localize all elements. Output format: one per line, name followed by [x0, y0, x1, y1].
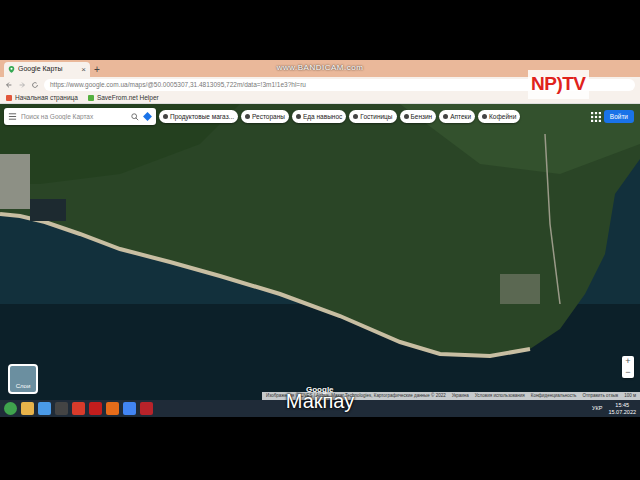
map-toolbar: Продуктовые магаз... Рестораны Еда навынос… — [4, 108, 634, 125]
app-icon[interactable] — [55, 402, 68, 415]
close-tab-button[interactable]: × — [81, 64, 86, 76]
app-icon[interactable] — [38, 402, 51, 415]
app-icon[interactable] — [123, 402, 136, 415]
app-icon[interactable] — [106, 402, 119, 415]
directions-icon — [143, 112, 152, 121]
bookmark-icon — [88, 95, 94, 101]
bookmark-label: SaveFrom.net Helper — [97, 93, 159, 103]
footer-item[interactable]: Условия использования — [475, 393, 525, 400]
chip-label: Продуктовые магаз... — [170, 112, 234, 122]
category-chip[interactable]: Бензин — [400, 110, 437, 123]
back-icon — [5, 81, 13, 89]
letterbox-bottom — [0, 417, 640, 480]
url-text: https://www.google.com.ua/maps/@50.00053… — [50, 80, 306, 90]
category-chip[interactable]: Продуктовые магаз... — [159, 110, 238, 123]
map-view[interactable]: Продуктовые магаз... Рестораны Еда навынос… — [0, 104, 640, 400]
menu-icon — [8, 112, 17, 121]
clock-date: 15.07.2022 — [608, 409, 636, 416]
layers-button[interactable]: Слои — [8, 364, 38, 394]
app-icon[interactable] — [21, 402, 34, 415]
maps-icon — [8, 66, 15, 73]
chip-label: Гостиницы — [360, 112, 392, 122]
app-icon[interactable] — [72, 402, 85, 415]
video-subtitle: Макпау — [0, 386, 640, 416]
chip-label: Еда навынос — [303, 112, 342, 122]
footer-item[interactable]: Украина — [452, 393, 469, 400]
clock-time: 15:45 — [615, 402, 629, 409]
category-chip[interactable]: Гостиницы — [349, 110, 396, 123]
category-chip[interactable]: Кофейни — [478, 110, 520, 123]
bookmark[interactable]: Начальная страница — [6, 93, 78, 103]
category-chip[interactable]: Еда навынос — [292, 110, 346, 123]
forward-icon — [18, 81, 26, 89]
channel-logo: NP)TV — [528, 70, 589, 99]
chip-label: Рестораны — [252, 112, 285, 122]
footer-item[interactable]: Конфиденциальность — [531, 393, 577, 400]
category-icon — [482, 114, 487, 119]
category-icon — [353, 114, 358, 119]
category-icon — [163, 114, 168, 119]
chip-label: Бензин — [411, 112, 433, 122]
start-icon[interactable] — [4, 402, 17, 415]
footer-item[interactable]: 100 м — [624, 393, 636, 400]
language-indicator[interactable]: УКР — [592, 404, 602, 412]
search-icon — [131, 113, 139, 121]
category-chip[interactable]: Аптеки — [439, 110, 475, 123]
satellite-image — [0, 104, 640, 400]
browser-tab[interactable]: Google Карты × — [4, 62, 90, 77]
bookmark-label: Начальная страница — [15, 93, 78, 103]
bookmark-icon — [6, 95, 12, 101]
bookmark[interactable]: SaveFrom.net Helper — [88, 93, 159, 103]
category-icon — [245, 114, 250, 119]
tab-label: Google Карты — [18, 64, 62, 75]
app-icon[interactable] — [89, 402, 102, 415]
search-input[interactable] — [21, 112, 127, 122]
layers-label: Слои — [16, 382, 31, 391]
apps-icon — [591, 112, 601, 122]
system-tray: УКР 15:4515.07.2022 — [592, 402, 636, 415]
clock[interactable]: 15:4515.07.2022 — [608, 402, 636, 415]
sign-in-button[interactable]: Войти — [604, 110, 634, 124]
chip-label: Аптеки — [450, 112, 471, 122]
category-icon — [296, 114, 301, 119]
zoom-in-button[interactable]: + — [625, 356, 630, 367]
category-icon — [443, 114, 448, 119]
footer-item[interactable]: Отправить отзыв — [582, 393, 618, 400]
search-box[interactable] — [4, 108, 156, 125]
category-chip[interactable]: Рестораны — [241, 110, 289, 123]
letterbox-top — [0, 0, 640, 60]
category-icon — [404, 114, 409, 119]
zoom-controls: +− — [622, 356, 634, 378]
new-tab-button[interactable]: + — [94, 62, 100, 77]
app-icon[interactable] — [140, 402, 153, 415]
reload-icon — [31, 81, 39, 89]
zoom-out-button[interactable]: − — [625, 367, 630, 378]
chip-label: Кофейни — [489, 112, 516, 122]
